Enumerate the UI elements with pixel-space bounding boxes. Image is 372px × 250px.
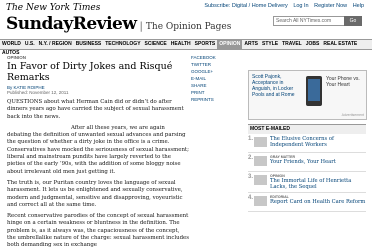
nav-item-business[interactable]: BUSINESS — [74, 40, 104, 49]
ad-label: Advertisement — [341, 113, 364, 117]
nav-item-realestate[interactable]: REAL ESTATE — [321, 40, 359, 49]
share-link[interactable]: SHARE — [191, 82, 247, 89]
article-paragraph: The truth is, our Puritan country loves … — [7, 179, 183, 208]
article-date: Published: November 12, 2011 — [7, 90, 69, 95]
list-item-title[interactable]: The Elusive Concerns of Independent Work… — [270, 136, 366, 148]
nav-item-us[interactable]: U.S. — [23, 40, 37, 49]
most-emailed-panel: MOST E-MAILED 1. The Elusive Concerns of… — [248, 124, 366, 212]
search-input[interactable]: Search All NYTimes.com — [273, 16, 347, 26]
email-link[interactable]: E-MAIL — [191, 75, 247, 82]
article-section-label[interactable]: OPINION — [7, 55, 189, 60]
section-title: SundayReview — [6, 14, 137, 34]
article-paragraph: After all these years, we are again deba… — [7, 124, 189, 175]
ad-text: Scott Pajonk, Acceptance in Anguish, in … — [252, 74, 295, 98]
list-item[interactable]: 2. GRAY MATTER Your Friends, Your Heart — [248, 153, 366, 172]
most-emailed-tab[interactable]: MOST E-MAILED — [248, 124, 366, 134]
print-link[interactable]: PRINT — [191, 89, 247, 96]
register-link[interactable]: Register Now — [314, 3, 347, 9]
nav-item-world[interactable]: WORLD — [0, 40, 23, 49]
list-item[interactable]: 4. EDITORIAL Report Card on Health Care … — [248, 193, 366, 212]
thumbnail — [254, 137, 267, 147]
list-item-title[interactable]: Report Card on Health Care Reform — [270, 199, 366, 205]
section-nav: WORLD U.S. N.Y. / REGION BUSINESS TECHNO… — [0, 39, 372, 56]
thumbnail — [254, 175, 267, 185]
nav-item-style[interactable]: STYLE — [260, 40, 280, 49]
logo-separator: | — [139, 21, 143, 32]
section-logo[interactable]: SundayReview | The Opinion Pages — [6, 14, 231, 34]
article-paragraph: QUESTIONS about what Herman Cain did or … — [7, 99, 184, 120]
nav-item-arts[interactable]: ARTS — [242, 40, 260, 49]
login-link[interactable]: Log In — [293, 3, 308, 9]
list-item-number: 2. — [248, 155, 254, 161]
nav-item-technology[interactable]: TECHNOLOGY — [103, 40, 142, 49]
nav-item-health[interactable]: HEALTH — [169, 40, 193, 49]
nav-item-travel[interactable]: TRAVEL — [280, 40, 304, 49]
nav-item-jobs[interactable]: JOBS — [304, 40, 322, 49]
list-item-number: 3. — [248, 174, 254, 180]
article: OPINION In Favor of Dirty Jokes and Risq… — [7, 55, 189, 250]
subscribe-link[interactable]: Subscribe: Digital / Home Delivery — [204, 3, 287, 9]
help-link[interactable]: Help — [353, 3, 364, 9]
list-item-number: 4. — [248, 195, 254, 201]
reprints-link[interactable]: REPRINTS — [191, 96, 247, 103]
list-item-title[interactable]: The Immortal Life of Henrietta Lacks, th… — [270, 178, 366, 190]
nav-item-sports[interactable]: SPORTS — [193, 40, 218, 49]
thumbnail — [254, 156, 267, 166]
thumbnail — [254, 196, 267, 206]
phone-icon — [306, 76, 322, 106]
advertisement[interactable]: Scott Pajonk, Acceptance in Anguish, in … — [248, 70, 367, 120]
list-item-number: 1. — [248, 136, 254, 142]
nav-item-nyregion[interactable]: N.Y. / REGION — [37, 40, 74, 49]
search-button[interactable]: Go — [344, 16, 362, 26]
twitter-link[interactable]: TWITTER — [191, 61, 247, 68]
facebook-link[interactable]: FACEBOOK — [191, 54, 247, 61]
article-headline: In Favor of Dirty Jokes and Risqué Remar… — [7, 61, 173, 83]
section-subtitle: The Opinion Pages — [145, 22, 232, 32]
nav-item-opinion[interactable]: OPINION — [217, 40, 243, 49]
article-tools: FACEBOOK TWITTER GOOGLE+ E-MAIL SHARE PR… — [191, 54, 247, 103]
nav-item-science[interactable]: SCIENCE — [143, 40, 169, 49]
top-links: Subscribe: Digital / Home Delivery Log I… — [200, 3, 364, 9]
ad-slogan: Your Phone vs. Your Heart — [326, 76, 360, 88]
list-item[interactable]: 3. OPINION The Immortal Life of Henriett… — [248, 172, 366, 193]
article-paragraph: Recent conservative parodies of the conc… — [7, 213, 189, 249]
masthead-logo[interactable]: The New York Times — [6, 3, 100, 13]
googleplus-link[interactable]: GOOGLE+ — [191, 68, 247, 75]
list-item-title[interactable]: Your Friends, Your Heart — [270, 159, 366, 165]
list-item[interactable]: 1. The Elusive Concerns of Independent W… — [248, 134, 366, 153]
